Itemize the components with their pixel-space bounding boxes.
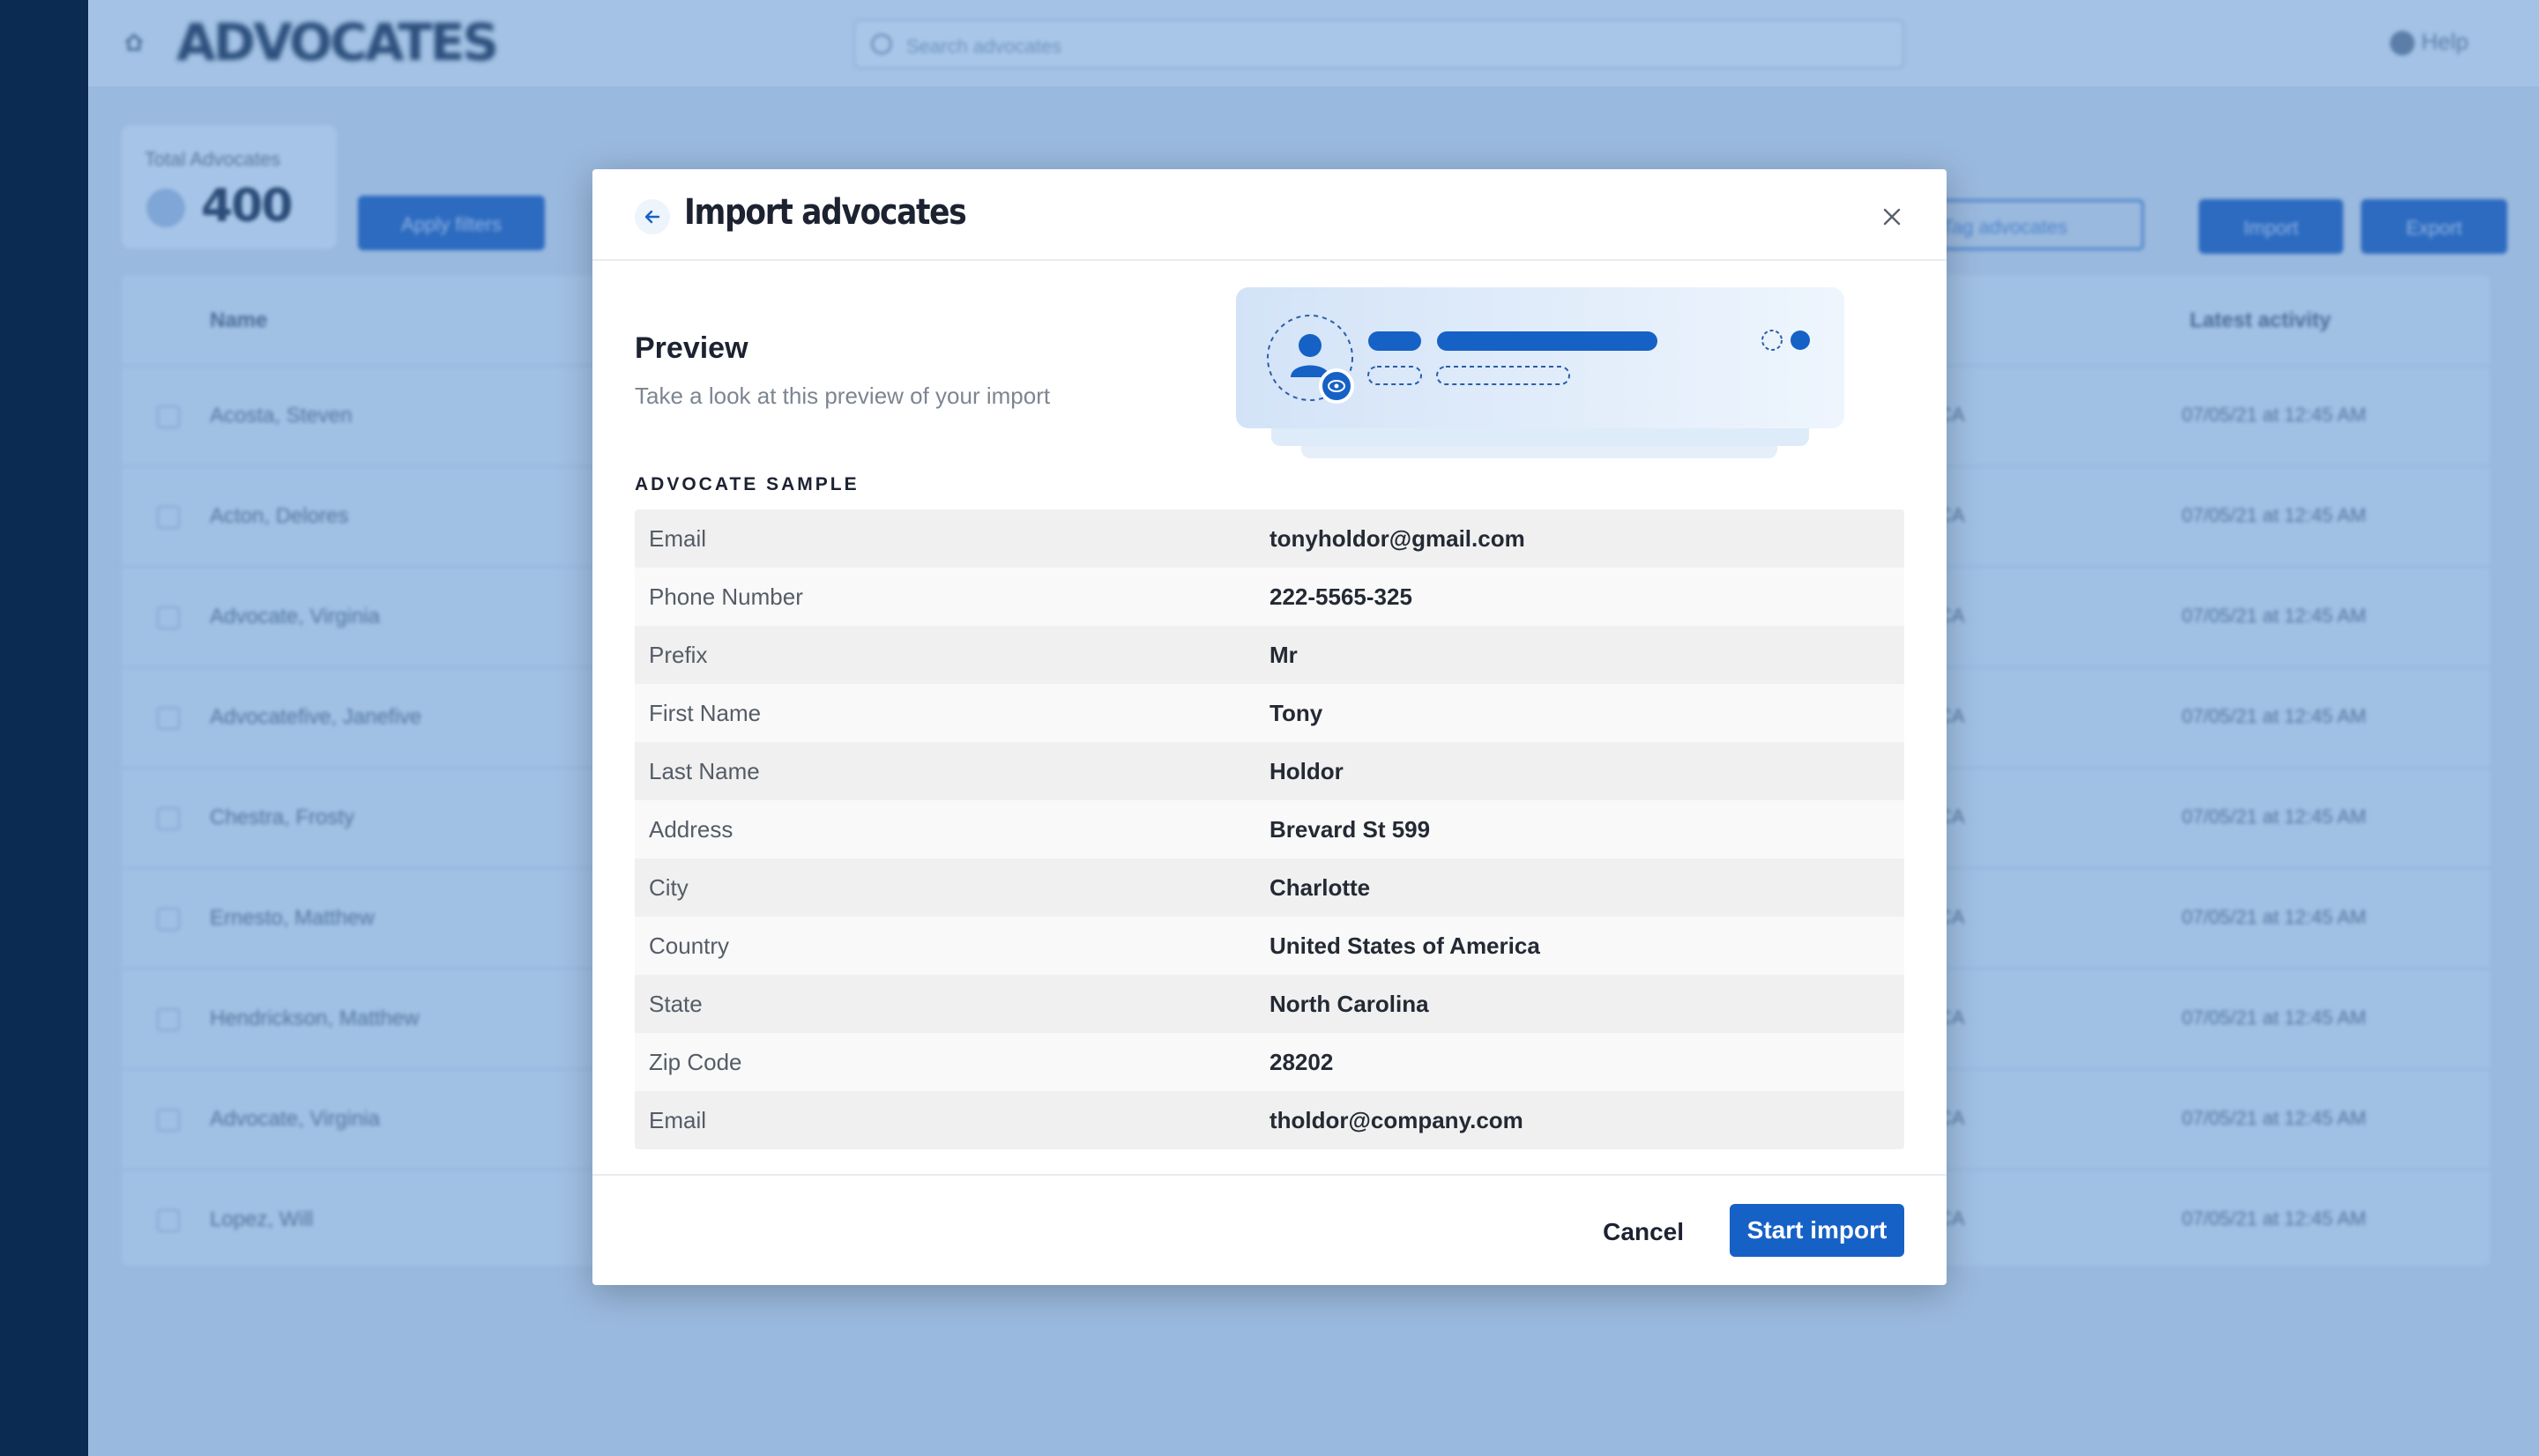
close-button[interactable] xyxy=(1876,201,1908,233)
sample-row: Prefix Mr xyxy=(635,626,1904,684)
back-button[interactable] xyxy=(635,199,670,234)
cancel-button[interactable]: Cancel xyxy=(1592,1206,1694,1259)
modal-header: Import advocates xyxy=(592,169,1947,261)
field-value: 28202 xyxy=(1270,1048,1334,1075)
total-advocates-card: Total Advocates 400 xyxy=(122,125,337,249)
row-checkbox[interactable] xyxy=(157,405,180,428)
column-name[interactable]: Name xyxy=(210,308,267,333)
row-name: Lopez, Will xyxy=(210,1207,314,1231)
field-value: Charlotte xyxy=(1270,873,1371,901)
field-value: tholdor@company.com xyxy=(1270,1106,1523,1133)
row-checkbox[interactable] xyxy=(157,908,180,931)
import-label: Import xyxy=(2243,217,2299,239)
row-name: Advocatefive, Janefive xyxy=(210,705,422,729)
sample-row: Zip Code 28202 xyxy=(635,1033,1904,1091)
advocates-icon xyxy=(146,189,185,227)
export-label: Export xyxy=(2406,217,2462,239)
sample-row: Country United States of America xyxy=(635,917,1904,975)
field-value: North Carolina xyxy=(1270,990,1429,1017)
row-name: Advocate, Virginia xyxy=(210,1107,381,1131)
row-name: Hendrickson, Matthew xyxy=(210,1007,420,1030)
field-name: Phone Number xyxy=(649,583,803,610)
preview-illustration xyxy=(1236,287,1844,458)
sample-row: Last Name Holdor xyxy=(635,742,1904,800)
sample-row: Email tonyholdor@gmail.com xyxy=(635,509,1904,568)
eye-icon xyxy=(1319,368,1354,404)
row-checkbox[interactable] xyxy=(157,807,180,830)
modal-title: Import advocates xyxy=(684,192,967,233)
field-name: State xyxy=(649,990,703,1017)
row-name: Ernesto, Matthew xyxy=(210,906,375,930)
modal-footer: Cancel Start import xyxy=(592,1174,1947,1285)
field-name: First Name xyxy=(649,699,762,726)
advocate-sample-label: ADVOCATE SAMPLE xyxy=(635,474,860,494)
home-icon xyxy=(125,33,143,51)
sample-row: Email tholdor@company.com xyxy=(635,1091,1904,1149)
row-activity: 07/05/21 at 12:45 AM xyxy=(2181,404,2366,426)
field-value: Mr xyxy=(1270,641,1298,668)
row-name: Acosta, Steven xyxy=(210,404,353,427)
close-icon xyxy=(1883,208,1901,226)
field-name: Email xyxy=(649,1106,707,1133)
sample-row: City Charlotte xyxy=(635,858,1904,917)
start-import-button[interactable]: Start import xyxy=(1730,1204,1904,1257)
sample-row: First Name Tony xyxy=(635,684,1904,742)
stat-value: 400 xyxy=(201,180,294,233)
row-name: Chestra, Frosty xyxy=(210,806,355,829)
row-activity: 07/05/21 at 12:45 AM xyxy=(2181,1207,2366,1229)
field-name: Email xyxy=(649,524,707,552)
field-value: United States of America xyxy=(1270,932,1540,959)
row-activity: 07/05/21 at 12:45 AM xyxy=(2181,806,2366,828)
row-checkbox[interactable] xyxy=(157,707,180,730)
search-icon xyxy=(871,33,892,55)
preview-subtitle: Take a look at this preview of your impo… xyxy=(635,383,1051,409)
back-arrow-icon xyxy=(644,210,660,224)
preview-title: Preview xyxy=(635,331,748,365)
sample-row: Phone Number 222-5565-325 xyxy=(635,568,1904,626)
tag-advocates-label: Tag advocates xyxy=(1942,216,2067,238)
help-icon xyxy=(2389,31,2415,56)
row-activity: 07/05/21 at 12:45 AM xyxy=(2181,605,2366,627)
row-checkbox[interactable] xyxy=(157,606,180,629)
field-name: Zip Code xyxy=(649,1048,742,1075)
field-value: 222-5565-325 xyxy=(1270,583,1412,610)
row-name: Acton, Delores xyxy=(210,504,349,528)
apply-filters-label: Apply filters xyxy=(401,213,502,235)
field-value: Brevard St 599 xyxy=(1270,815,1431,843)
field-name: City xyxy=(649,873,689,901)
import-button[interactable]: Import xyxy=(2199,199,2343,254)
row-checkbox[interactable] xyxy=(157,1209,180,1232)
field-name: Country xyxy=(649,932,730,959)
help-button[interactable]: Help xyxy=(2389,28,2468,56)
search-placeholder: Search advocates xyxy=(906,35,1062,57)
field-name: Last Name xyxy=(649,757,760,784)
field-name: Prefix xyxy=(649,641,708,668)
row-activity: 07/05/21 at 12:45 AM xyxy=(2181,1007,2366,1029)
app-title: ADVOCATES xyxy=(176,12,499,72)
export-button[interactable]: Export xyxy=(2361,199,2507,254)
sidebar xyxy=(0,0,88,1456)
row-activity: 07/05/21 at 12:45 AM xyxy=(2181,1107,2366,1129)
search-input[interactable]: Search advocates xyxy=(853,19,1904,69)
column-latest-activity[interactable]: Latest activity xyxy=(2190,308,2331,333)
field-value: Tony xyxy=(1270,699,1323,726)
row-checkbox[interactable] xyxy=(157,506,180,529)
row-checkbox[interactable] xyxy=(157,1109,180,1132)
sample-row: State North Carolina xyxy=(635,975,1904,1033)
row-activity: 07/05/21 at 12:45 AM xyxy=(2181,504,2366,526)
row-activity: 07/05/21 at 12:45 AM xyxy=(2181,705,2366,727)
import-advocates-modal: Import advocates Preview Take a look at … xyxy=(592,169,1947,1285)
field-name: Address xyxy=(649,815,733,843)
apply-filters-button[interactable]: Apply filters xyxy=(358,196,545,250)
field-value: tonyholdor@gmail.com xyxy=(1270,524,1525,552)
field-value: Holdor xyxy=(1270,757,1344,784)
row-activity: 07/05/21 at 12:45 AM xyxy=(2181,906,2366,928)
sample-row: Address Brevard St 599 xyxy=(635,800,1904,858)
row-name: Advocate, Virginia xyxy=(210,605,381,628)
help-label: Help xyxy=(2421,28,2468,55)
row-checkbox[interactable] xyxy=(157,1008,180,1031)
stat-label: Total Advocates xyxy=(145,148,281,170)
advocate-sample-table: Email tonyholdor@gmail.com Phone Number 22… xyxy=(635,509,1904,1149)
